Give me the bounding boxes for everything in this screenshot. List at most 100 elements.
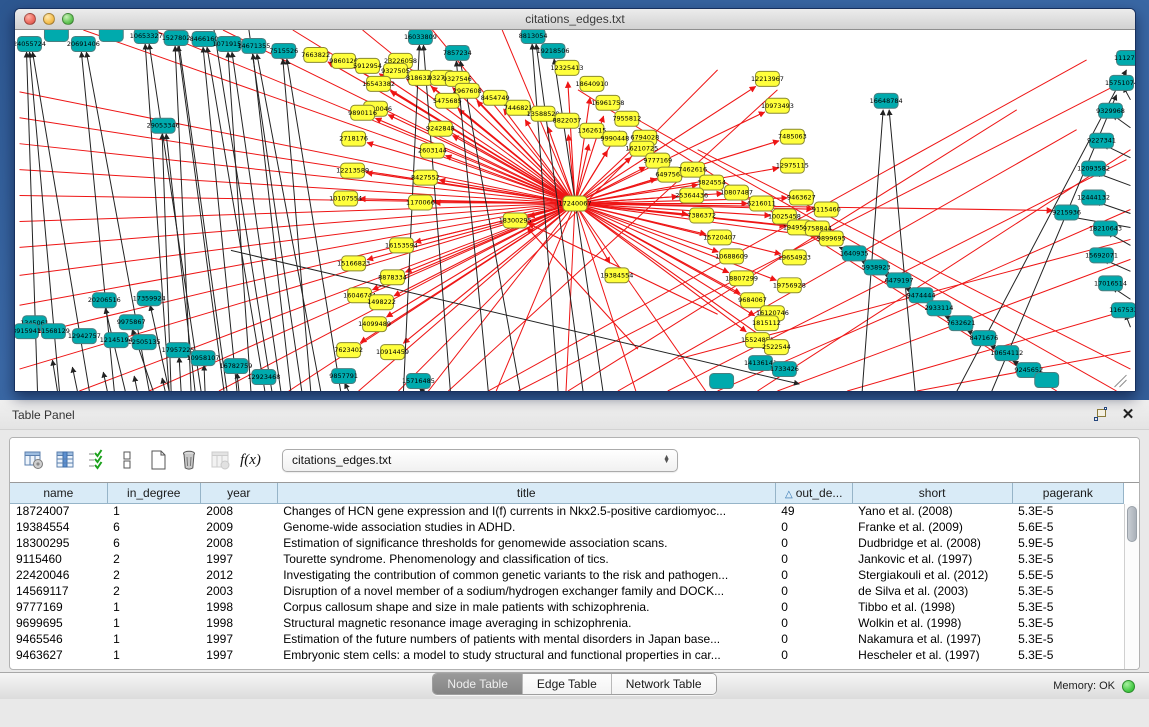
graph-node-yellow[interactable]: 18807299 xyxy=(725,271,758,286)
graph-node-teal[interactable]: 10958107 xyxy=(187,351,220,366)
network-selector[interactable]: citations_edges.txt ▲▼ xyxy=(282,449,678,472)
graph-node-yellow[interactable]: 17240067 xyxy=(559,196,592,211)
graph-node-teal[interactable]: 20691406 xyxy=(67,36,100,51)
graph-node-teal[interactable]: 7857234 xyxy=(443,45,472,60)
graph-node-teal[interactable]: 15692071 xyxy=(1085,248,1118,263)
graph-node-teal[interactable]: 2933114 xyxy=(925,301,954,316)
graph-node-yellow[interactable]: 1498222 xyxy=(367,295,396,310)
column-header-out_degree[interactable]: △out_de... xyxy=(775,483,852,503)
cell-name[interactable]: 14569117 xyxy=(10,583,107,599)
graph-node-yellow[interactable]: 16543382 xyxy=(362,76,395,91)
graph-node-yellow[interactable]: 9115460 xyxy=(812,202,841,217)
cell-title[interactable]: Corpus callosum shape and size in male p… xyxy=(277,599,775,615)
cell-year[interactable]: 2008 xyxy=(200,503,277,519)
graph-node-teal[interactable]: 10653327 xyxy=(130,30,163,43)
table-row[interactable]: 1872400712008Changes of HCN gene express… xyxy=(10,503,1124,519)
cell-pagerank[interactable]: 5.3E-5 xyxy=(1012,551,1123,567)
cell-year[interactable]: 2003 xyxy=(200,583,277,599)
cell-name[interactable]: 9777169 xyxy=(10,599,107,615)
cell-out_degree[interactable]: 0 xyxy=(775,551,852,567)
graph-node-yellow[interactable]: 15720407 xyxy=(703,230,736,245)
table-row[interactable]: 946362711997Embryonic stem cells: a mode… xyxy=(10,647,1124,663)
cell-pagerank[interactable]: 5.9E-5 xyxy=(1012,535,1123,551)
select-columns-icon[interactable] xyxy=(82,447,109,474)
cell-out_degree[interactable]: 0 xyxy=(775,599,852,615)
table-row[interactable]: 946554611997Estimation of the future num… xyxy=(10,631,1124,647)
graph-node-teal[interactable] xyxy=(99,30,123,41)
graph-node-yellow[interactable]: 14099489 xyxy=(358,317,391,332)
cell-short[interactable]: Yano et al. (2008) xyxy=(852,503,1012,519)
show-columns-icon[interactable] xyxy=(51,447,78,474)
graph-node-yellow[interactable]: 2718176 xyxy=(339,131,368,146)
graph-node-teal[interactable]: 16033809 xyxy=(404,30,437,44)
cell-in_degree[interactable]: 2 xyxy=(107,567,200,583)
cell-in_degree[interactable]: 6 xyxy=(107,519,200,535)
tab-network-table[interactable]: Network Table xyxy=(611,674,716,694)
graph-node-yellow[interactable]: 10807487 xyxy=(720,185,753,200)
cell-year[interactable]: 1997 xyxy=(200,551,277,567)
cell-in_degree[interactable]: 2 xyxy=(107,551,200,567)
graph-node-teal[interactable]: 1112754 xyxy=(1114,50,1135,65)
graph-node-teal[interactable]: 6479197 xyxy=(885,273,914,288)
graph-node-teal[interactable]: 8471676 xyxy=(969,331,998,346)
cell-name[interactable]: 18724007 xyxy=(10,503,107,519)
cell-year[interactable]: 2012 xyxy=(200,567,277,583)
graph-node-teal[interactable]: 9329968 xyxy=(1096,103,1125,118)
graph-node-yellow[interactable]: 12975115 xyxy=(776,158,809,173)
table-mode-icon[interactable] xyxy=(20,447,47,474)
graph-node-yellow[interactable]: 9684067 xyxy=(738,293,767,308)
graph-node-teal[interactable]: 9857791 xyxy=(329,369,358,384)
graph-node-yellow[interactable]: 12325413 xyxy=(551,60,584,75)
network-canvas[interactable]: 7663822986012659129542322605893275051654… xyxy=(15,30,1135,391)
graph-node-teal[interactable]: 12093582 xyxy=(1077,161,1110,176)
cell-out_degree[interactable]: 0 xyxy=(775,631,852,647)
graph-node-yellow[interactable]: 12213967 xyxy=(751,71,784,86)
graph-node-yellow[interactable]: 6216011 xyxy=(747,196,776,211)
column-header-pagerank[interactable]: pagerank xyxy=(1012,483,1123,503)
cell-pagerank[interactable]: 5.5E-5 xyxy=(1012,567,1123,583)
cell-short[interactable]: Stergiakouli et al. (2012) xyxy=(852,567,1012,583)
cell-pagerank[interactable]: 5.3E-5 xyxy=(1012,583,1123,599)
cell-title[interactable]: Estimation of significance thresholds fo… xyxy=(277,535,775,551)
table-row[interactable]: 1938455462009Genome-wide association stu… xyxy=(10,519,1124,535)
graph-node-teal[interactable]: 1640935 xyxy=(840,246,869,261)
table-row[interactable]: 1830029562008Estimation of significance … xyxy=(10,535,1124,551)
cell-pagerank[interactable]: 5.3E-5 xyxy=(1012,647,1123,663)
graph-node-yellow[interactable]: 7955812 xyxy=(612,111,641,126)
cell-short[interactable]: Jankovic et al. (1997) xyxy=(852,551,1012,567)
cell-name[interactable]: 9115460 xyxy=(10,551,107,567)
cell-title[interactable]: Embryonic stem cells: a model to study s… xyxy=(277,647,775,663)
cell-short[interactable]: Wolkin et al. (1998) xyxy=(852,615,1012,631)
cell-name[interactable]: 22420046 xyxy=(10,567,107,583)
graph-node-yellow[interactable]: 16153594 xyxy=(385,238,418,253)
graph-node-teal[interactable]: 7515526 xyxy=(269,43,298,58)
cell-in_degree[interactable]: 1 xyxy=(107,599,200,615)
cell-year[interactable]: 1997 xyxy=(200,631,277,647)
graph-node-teal[interactable]: 24055724 xyxy=(15,36,46,51)
cell-out_degree[interactable]: 0 xyxy=(775,567,852,583)
graph-node-teal[interactable] xyxy=(710,374,734,389)
graph-node-teal[interactable]: 9227341 xyxy=(1087,133,1116,148)
column-header-year[interactable]: year xyxy=(200,483,277,503)
delete-table-icon[interactable] xyxy=(206,447,233,474)
network-window[interactable]: citations_edges.txt 76638229860126591295… xyxy=(14,8,1136,392)
table-scrollbar-thumb[interactable] xyxy=(1127,506,1137,542)
network-graph[interactable]: 7663822986012659129542322605893275051654… xyxy=(15,30,1135,391)
graph-node-yellow[interactable]: 16961758 xyxy=(591,95,624,110)
graph-node-yellow[interactable]: 7386372 xyxy=(687,208,716,223)
cell-title[interactable]: Tourette syndrome. Phenomenology and cla… xyxy=(277,551,775,567)
network-window-titlebar[interactable]: citations_edges.txt xyxy=(15,9,1135,30)
cell-title[interactable]: Disruption of a novel member of a sodium… xyxy=(277,583,775,599)
graph-node-teal[interactable]: 1167533 xyxy=(1109,303,1135,318)
cell-name[interactable]: 18300295 xyxy=(10,535,107,551)
graph-node-yellow[interactable]: 10973493 xyxy=(761,98,794,113)
graph-node-yellow[interactable]: 19654923 xyxy=(778,250,811,265)
graph-node-yellow[interactable]: 8878334 xyxy=(378,270,407,285)
cell-pagerank[interactable]: 5.3E-5 xyxy=(1012,503,1123,519)
cell-pagerank[interactable]: 5.6E-5 xyxy=(1012,519,1123,535)
graph-node-yellow[interactable]: 10107554 xyxy=(329,191,362,206)
cell-name[interactable]: 19384554 xyxy=(10,519,107,535)
close-icon[interactable]: ✕ xyxy=(1119,407,1137,423)
column-header-short[interactable]: short xyxy=(852,483,1012,503)
graph-node-yellow[interactable]: 7485063 xyxy=(778,129,807,144)
